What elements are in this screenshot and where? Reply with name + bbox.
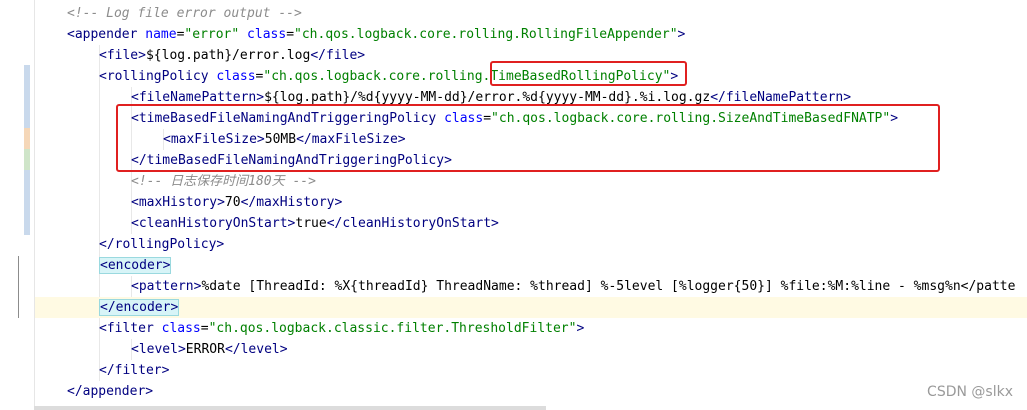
code-line-text: </encoder> — [99, 297, 180, 318]
code-line[interactable]: <!-- 日志保存时间180天 --> — [35, 171, 1027, 192]
code-token: <filter — [99, 321, 162, 336]
code-token: = — [200, 321, 209, 336]
code-line-text: </rollingPolicy> — [99, 234, 224, 255]
code-line-text: <cleanHistoryOnStart>true</cleanHistoryO… — [131, 213, 499, 234]
code-token: class — [216, 69, 256, 84]
code-token: </filter> — [99, 363, 170, 378]
vcs-change-marker[interactable] — [24, 149, 30, 170]
code-line[interactable]: <maxHistory>70</maxHistory> — [35, 192, 1027, 213]
code-line[interactable]: </encoder> — [35, 297, 1027, 318]
code-token: </cleanHistoryOnStart> — [326, 216, 499, 231]
code-token: "error" — [184, 27, 240, 42]
code-line[interactable]: <!-- Log file error output --> — [35, 3, 1027, 24]
code-token: </appender> — [67, 384, 154, 399]
vcs-change-marker[interactable] — [24, 170, 30, 235]
code-token: = — [286, 27, 295, 42]
code-token: class — [161, 321, 201, 336]
code-token: <maxHistory> — [131, 195, 225, 210]
code-token: name — [145, 27, 177, 42]
code-token: ERROR — [185, 342, 225, 357]
code-line[interactable]: </rollingPolicy> — [35, 234, 1027, 255]
code-token: </rollingPolicy> — [99, 237, 225, 252]
code-line-text: <appender name="error" class="ch.qos.log… — [67, 24, 685, 45]
code-line[interactable]: <encoder> — [35, 255, 1027, 276]
code-token: class — [247, 27, 287, 42]
code-line-text: <pattern>%date [ThreadId: %X{threadId} T… — [131, 276, 1015, 297]
code-line[interactable]: <level>ERROR</level> — [35, 339, 1027, 360]
code-token: > — [677, 27, 686, 42]
watermark: CSDN @slkx — [927, 384, 1013, 400]
code-line-text: <maxHistory>70</maxHistory> — [131, 192, 342, 213]
code-line[interactable]: <cleanHistoryOnStart>true</cleanHistoryO… — [35, 213, 1027, 234]
vcs-change-marker[interactable] — [24, 128, 30, 149]
code-token: <cleanHistoryOnStart> — [131, 216, 296, 231]
code-token: <fileNamePattern> — [131, 90, 265, 105]
code-token: true — [295, 216, 327, 231]
code-token: 70 — [224, 195, 241, 210]
code-token: "ch.qos.logback.classic.filter.Threshold… — [208, 321, 577, 336]
code-line[interactable]: </filter> — [35, 360, 1027, 381]
code-line-text: <encoder> — [99, 255, 172, 276]
code-line-text: <!-- 日志保存时间180天 --> — [131, 171, 316, 192]
code-comment: <!-- Log file error output --> — [67, 6, 302, 21]
code-line-text: </filter> — [99, 360, 169, 381]
vcs-change-marker[interactable] — [24, 65, 30, 128]
code-comment: <!-- 日志保存时间180天 --> — [131, 174, 316, 189]
code-token: %date [ThreadId: %X{threadId} ThreadName… — [201, 279, 1016, 294]
code-token: <encoder> — [99, 257, 172, 274]
code-token: <level> — [131, 342, 186, 357]
code-token: </encoder> — [99, 299, 180, 316]
code-token: <pattern> — [131, 279, 202, 294]
code-line[interactable]: <pattern>%date [ThreadId: %X{threadId} T… — [35, 276, 1027, 297]
fold-indicator[interactable] — [18, 256, 19, 318]
code-token: <appender — [67, 27, 146, 42]
code-token: ${log.path}/error.log — [145, 48, 311, 63]
code-token: </fileNamePattern> — [710, 90, 852, 105]
code-token: "ch.qos.logback.core.rolling.RollingFile… — [294, 27, 678, 42]
code-line-text: <filter class="ch.qos.logback.classic.fi… — [99, 318, 584, 339]
code-line-text: <!-- Log file error output --> — [67, 3, 302, 24]
code-line[interactable]: <appender name="error" class="ch.qos.log… — [35, 24, 1027, 45]
highlight-box-rolling-policy — [490, 61, 687, 86]
highlight-box-triggering-policy — [116, 104, 940, 172]
code-line-text: <file>${log.path}/error.log</file> — [99, 45, 365, 66]
code-line[interactable]: </appender> — [35, 381, 1027, 402]
code-token: <rollingPolicy — [99, 69, 217, 84]
code-token: </file> — [310, 48, 366, 63]
code-token: <file> — [99, 48, 146, 63]
code-line-text: </appender> — [67, 381, 153, 402]
code-line-text: <level>ERROR</level> — [131, 339, 288, 360]
code-token: </maxHistory> — [240, 195, 343, 210]
code-token: ${log.path}/%d{yyyy-MM-dd}/error.%d{yyyy… — [264, 90, 711, 105]
code-token: > — [576, 321, 585, 336]
code-line[interactable]: <filter class="ch.qos.logback.classic.fi… — [35, 318, 1027, 339]
code-token: </level> — [224, 342, 288, 357]
horizontal-scrollbar[interactable] — [34, 406, 546, 410]
